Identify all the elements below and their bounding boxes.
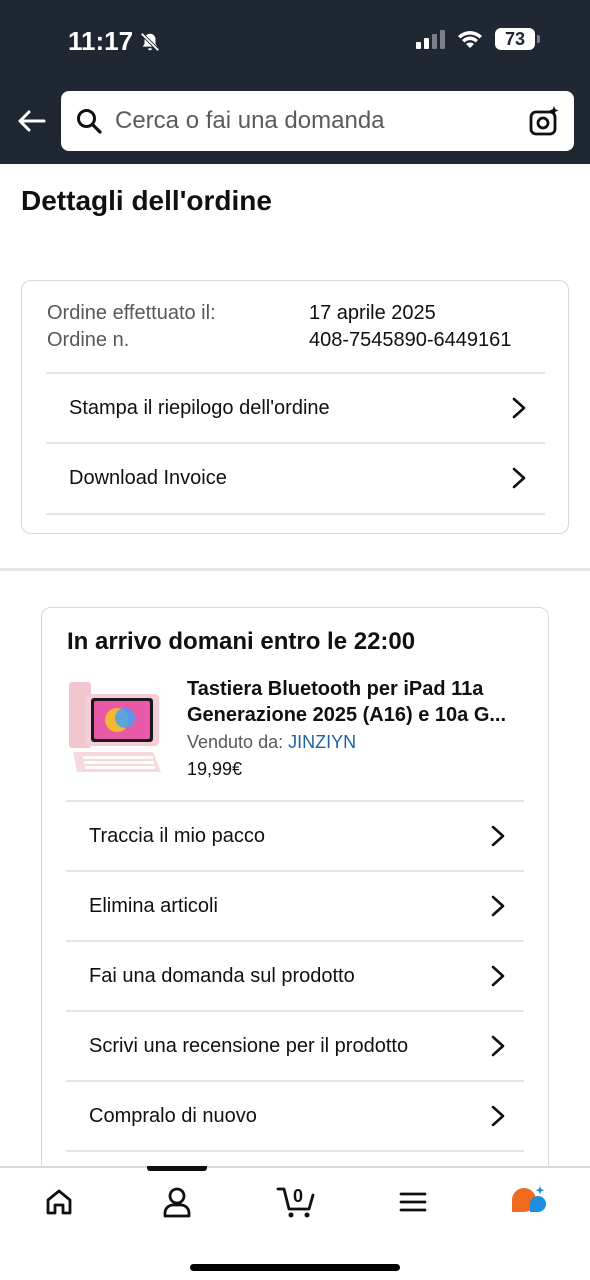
time-text: 11:17	[68, 26, 134, 56]
order-info-card: Ordine effettuato il: 17 aprile 2025 Ord…	[21, 280, 569, 534]
status-time: 11:17	[68, 26, 161, 57]
download-invoice-label: Download Invoice	[69, 466, 227, 489]
page-title: Dettagli dell'ordine	[21, 185, 272, 216]
buy-again-link[interactable]: Compralo di nuovo	[66, 1080, 524, 1150]
nav-account[interactable]	[157, 1182, 197, 1222]
menu-icon	[399, 1192, 427, 1212]
write-review-link[interactable]: Scrivi una recensione per il prodotto	[66, 1010, 524, 1080]
print-summary-label: Stampa il riepilogo dell'ordine	[69, 396, 330, 419]
order-date-label: Ordine effettuato il:	[47, 302, 216, 324]
home-icon	[46, 1189, 72, 1215]
bottom-navigation: 0	[0, 1166, 590, 1280]
app-header: 11:17 73 Cerca o fai una domanda	[0, 0, 590, 164]
seller-link[interactable]: JINZIYN	[288, 732, 356, 752]
nav-menu[interactable]	[393, 1182, 433, 1222]
back-button[interactable]	[14, 104, 48, 138]
delivery-status-title: In arrivo domani entro le 22:00	[67, 628, 416, 655]
ask-question-link[interactable]: Fai una domanda sul prodotto	[66, 940, 524, 1010]
arrow-left-icon	[18, 110, 46, 132]
chevron-right-icon	[512, 397, 526, 419]
battery-icon: 73	[495, 28, 540, 50]
home-indicator	[190, 1264, 400, 1271]
remove-items-link[interactable]: Elimina articoli	[66, 870, 524, 940]
seller-info: Venduto da: JINZIYN	[187, 732, 356, 753]
print-summary-link[interactable]: Stampa il riepilogo dell'ordine	[46, 372, 545, 442]
product-title[interactable]: Tastiera Bluetooth per iPad 11a Generazi…	[187, 676, 532, 728]
silent-mode-icon	[140, 31, 160, 52]
chevron-right-icon	[491, 895, 505, 917]
product-price: 19,99€	[187, 759, 243, 779]
camera-search-icon[interactable]	[528, 105, 560, 137]
track-package-label: Traccia il mio pacco	[89, 824, 265, 847]
status-indicators: 73	[416, 28, 540, 50]
order-number-value: 408-7545890-6449161	[309, 329, 512, 351]
nav-rufus[interactable]	[508, 1182, 548, 1222]
ask-question-label: Fai una domanda sul prodotto	[89, 964, 355, 987]
chevron-right-icon	[512, 467, 526, 489]
chevron-right-icon	[491, 965, 505, 987]
buy-again-label: Compralo di nuovo	[89, 1104, 257, 1127]
rufus-ai-icon	[512, 1186, 546, 1212]
wifi-icon	[458, 31, 482, 48]
shipment-card: In arrivo domani entro le 22:00 Tastiera…	[41, 607, 549, 1207]
account-icon	[163, 1187, 191, 1218]
cellular-signal-icon	[416, 29, 445, 49]
chevron-right-icon	[491, 1105, 505, 1127]
product-thumbnail[interactable]	[67, 674, 163, 776]
divider	[46, 513, 545, 515]
active-tab-indicator	[147, 1166, 207, 1171]
chevron-right-icon	[491, 1035, 505, 1057]
nav-home[interactable]	[39, 1182, 79, 1222]
section-divider	[0, 568, 590, 571]
track-package-link[interactable]: Traccia il mio pacco	[66, 800, 524, 870]
divider	[66, 1150, 524, 1152]
search-input[interactable]: Cerca o fai una domanda	[61, 91, 574, 151]
download-invoice-link[interactable]: Download Invoice	[46, 442, 545, 512]
remove-items-label: Elimina articoli	[89, 894, 218, 917]
cart-count: 0	[293, 1186, 304, 1206]
nav-cart[interactable]: 0	[274, 1182, 318, 1222]
status-bar: 11:17 73	[0, 0, 590, 80]
search-placeholder: Cerca o fai una domanda	[115, 107, 385, 134]
seller-label: Venduto da:	[187, 732, 284, 752]
chevron-right-icon	[491, 825, 505, 847]
battery-level: 73	[495, 28, 535, 50]
order-date-value: 17 aprile 2025	[309, 302, 436, 324]
search-icon	[75, 107, 103, 135]
write-review-label: Scrivi una recensione per il prodotto	[89, 1034, 409, 1057]
order-number-label: Ordine n.	[47, 329, 130, 351]
